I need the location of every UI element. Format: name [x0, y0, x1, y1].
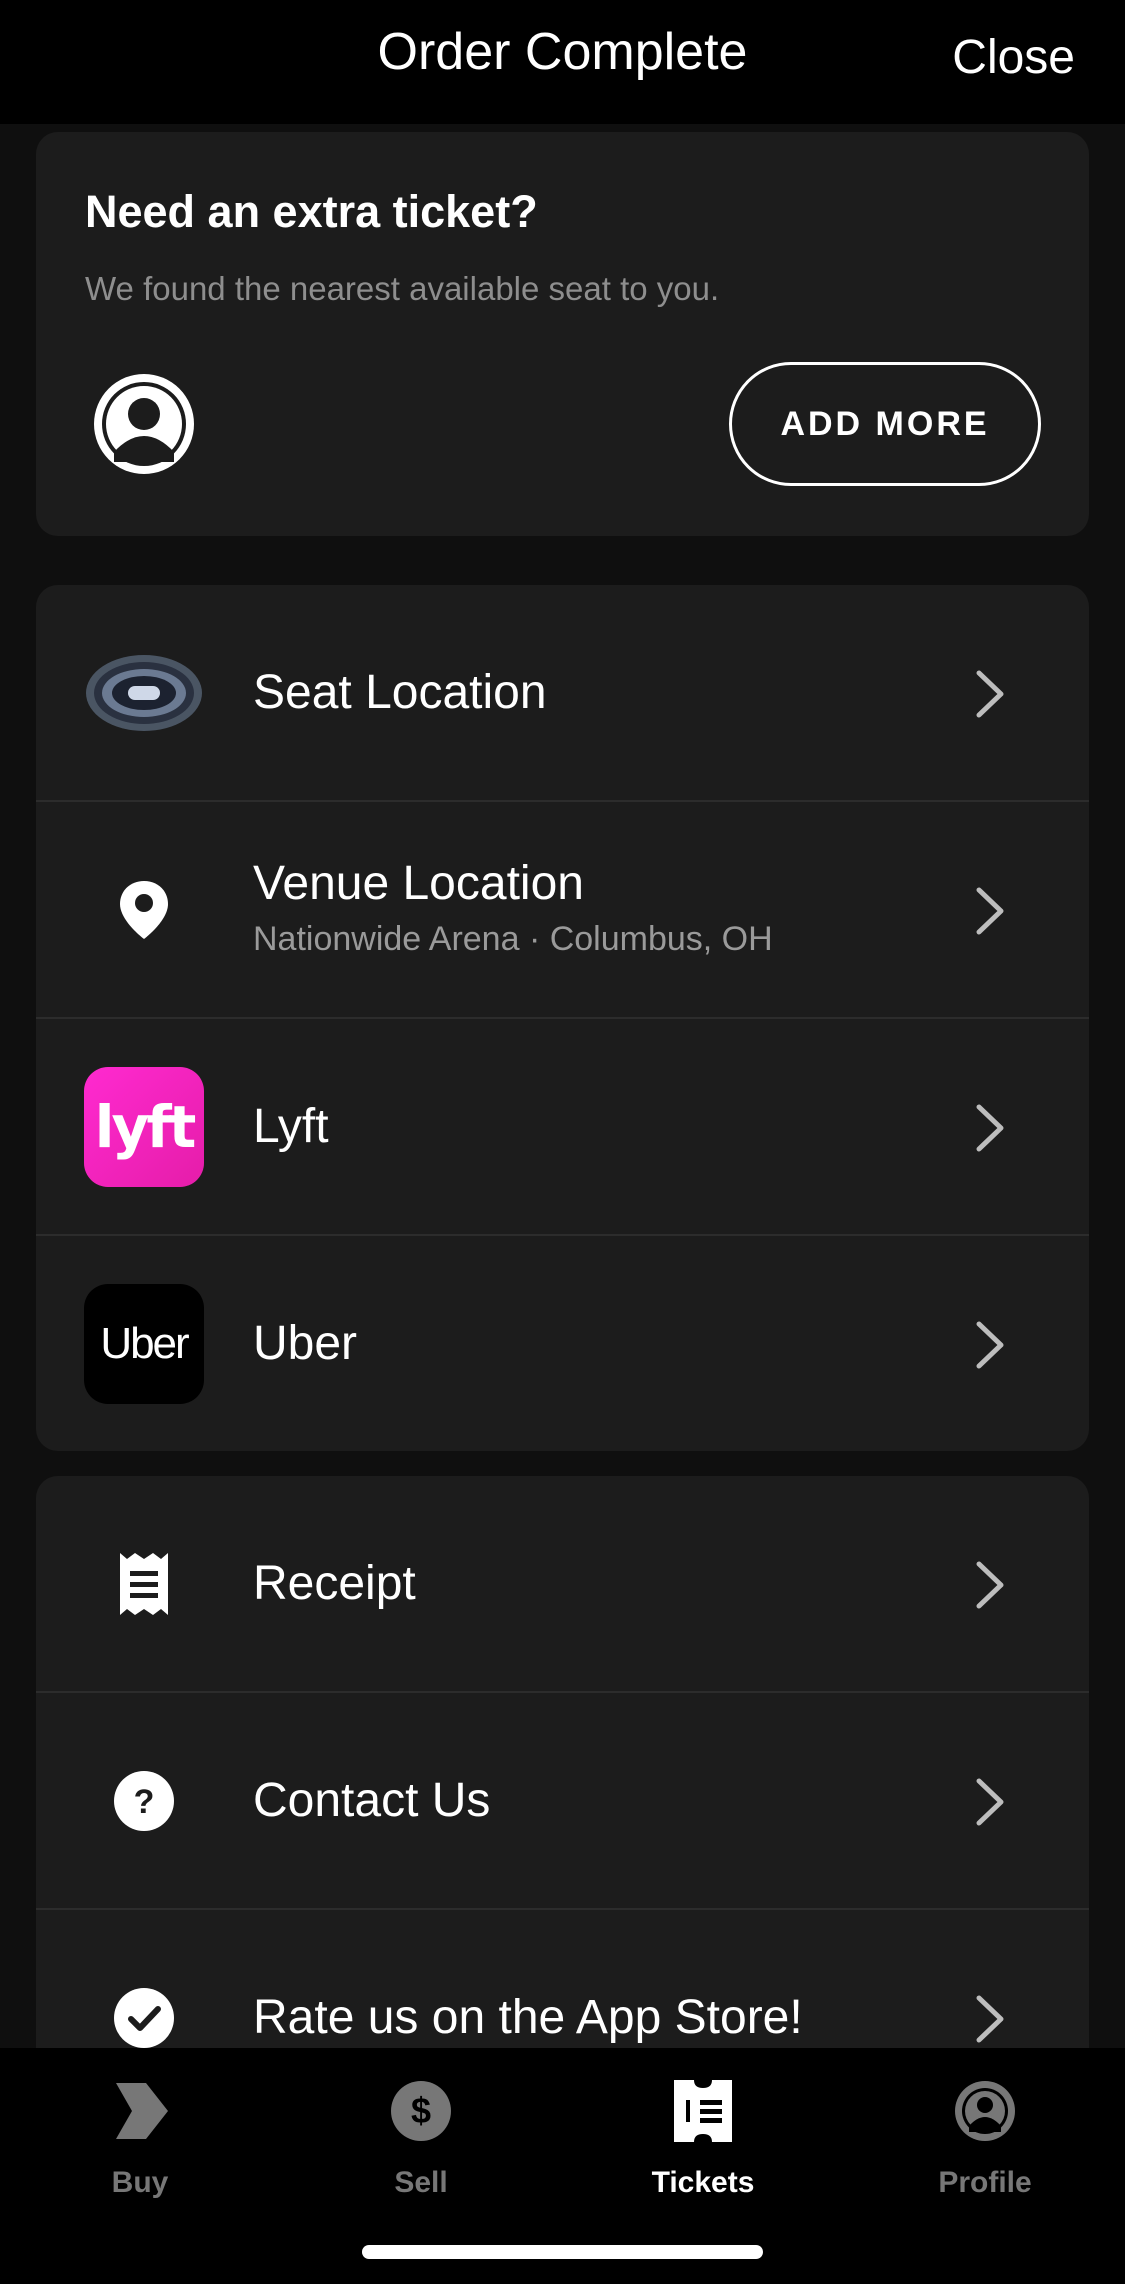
extra-ticket-card: Need an extra ticket? We found the neare…: [36, 132, 1089, 536]
support-card: Receipt ? Contact Us Rate us on the App …: [36, 1476, 1089, 2048]
rate-app-row[interactable]: Rate us on the App Store!: [36, 1910, 1089, 2048]
arena-map-icon: [84, 633, 204, 753]
rate-app-label: Rate us on the App Store!: [253, 1991, 803, 2044]
seat-location-label: Seat Location: [253, 666, 547, 719]
tab-tickets[interactable]: Tickets: [603, 2076, 803, 2226]
chevron-right-icon: [976, 1778, 1004, 1826]
chevron-right-icon: [976, 670, 1004, 718]
chevron-right-icon: [976, 887, 1004, 935]
lyft-logo-text: lyft: [84, 1067, 204, 1187]
uber-logo-text: Uber: [84, 1284, 204, 1404]
chevron-right-icon: [976, 1104, 1004, 1152]
receipt-icon: [84, 1524, 204, 1644]
profile-icon: [950, 2076, 1020, 2146]
tab-buy[interactable]: Buy: [40, 2076, 240, 2226]
seat-location-row[interactable]: Seat Location: [36, 585, 1089, 802]
promo-subtitle: We found the nearest available seat to y…: [85, 270, 720, 307]
receipt-label: Receipt: [253, 1557, 416, 1610]
tab-buy-label: Buy: [111, 2166, 169, 2199]
uber-label: Uber: [253, 1317, 358, 1370]
contact-us-row[interactable]: ? Contact Us: [36, 1693, 1089, 1910]
links-card: Seat Location Venue Location Nationwide …: [36, 585, 1089, 1451]
chevron-right-icon: [976, 1321, 1004, 1369]
venue-location-label: Venue Location: [253, 857, 584, 910]
tab-sell-label: Sell: [394, 2166, 448, 2199]
add-more-button[interactable]: ADD MORE: [729, 362, 1041, 486]
avatar-icon: [92, 372, 196, 476]
tab-profile[interactable]: Profile: [885, 2076, 1085, 2226]
lyft-label: Lyft: [253, 1100, 329, 1153]
close-button[interactable]: Close: [952, 30, 1075, 85]
uber-row[interactable]: Uber Uber: [36, 1236, 1089, 1451]
checkmark-icon: [84, 1958, 204, 2048]
tab-sell[interactable]: $ Sell: [321, 2076, 521, 2226]
lyft-row[interactable]: lyft Lyft: [36, 1019, 1089, 1236]
venue-address: Nationwide Arena · Columbus, OH: [253, 920, 773, 958]
map-pin-icon: [84, 850, 204, 970]
contact-us-label: Contact Us: [253, 1774, 491, 1827]
uber-logo: Uber: [84, 1284, 204, 1404]
question-icon: ?: [84, 1741, 204, 1861]
ticket-icon: [668, 2076, 738, 2146]
chevron-right-icon: [976, 1561, 1004, 1609]
receipt-row[interactable]: Receipt: [36, 1476, 1089, 1693]
tab-tickets-label: Tickets: [651, 2166, 755, 2199]
home-indicator[interactable]: [362, 2245, 763, 2259]
chevron-right-icon: [976, 1995, 1004, 2043]
tab-profile-label: Profile: [938, 2166, 1032, 2199]
dollar-icon: $: [386, 2076, 456, 2146]
promo-title: Need an extra ticket?: [85, 186, 538, 237]
venue-location-row[interactable]: Venue Location Nationwide Arena · Columb…: [36, 802, 1089, 1019]
svg-text:?: ?: [134, 1783, 155, 1821]
lyft-logo: lyft: [84, 1067, 204, 1187]
buy-icon: [105, 2076, 175, 2146]
nav-header: Order Complete Close: [0, 0, 1125, 124]
svg-text:$: $: [411, 2090, 431, 2131]
